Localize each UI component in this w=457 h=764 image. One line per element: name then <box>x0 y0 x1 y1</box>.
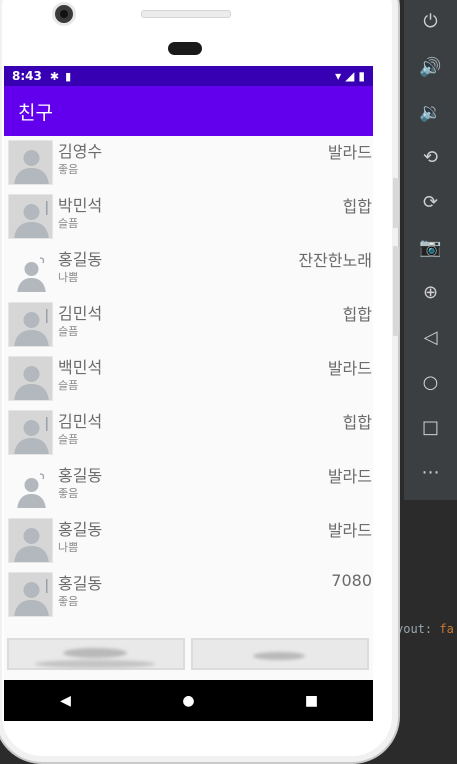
earpiece <box>168 42 202 55</box>
friend-genre: 발라드 <box>327 467 372 486</box>
person-placeholder-icon <box>8 356 53 401</box>
list-item[interactable]: 박민석 슬픔 힙합 <box>4 190 373 244</box>
blurred-button-content <box>35 648 155 668</box>
speaker-grille <box>141 10 231 18</box>
rotate-left-icon[interactable]: ⟲ <box>404 142 457 172</box>
list-item[interactable]: 김영수 좋음 발라드 <box>4 136 373 190</box>
gear-icon: ✱ <box>49 69 60 83</box>
volume-down-icon[interactable]: 🔉 <box>404 97 457 127</box>
friend-genre: 힙합 <box>342 305 372 324</box>
list-item[interactable]: 홍길동 나쁨 발라드 <box>4 514 373 568</box>
emulator-toolbar: ⏻ 🔊 🔉 ⟲ ⟳ 📷 ⊕ ◁ ○ □ ⋯ <box>404 0 457 500</box>
phone-screen: 8:43 ✱ ▮ ▾ ◢ ▮ 친구 김영수 좋음 발라드 박민석 슬픔 힙합 홍… <box>4 66 373 721</box>
list-item[interactable]: 김민석 슬픔 힙합 <box>4 298 373 352</box>
signal-icon: ◢ <box>345 69 355 83</box>
friend-genre: 발라드 <box>327 359 372 378</box>
wifi-icon: ▾ <box>335 69 342 83</box>
battery-icon: ▮ <box>358 69 365 83</box>
app-bar: 친구 <box>4 86 373 136</box>
right-action-button[interactable] <box>191 638 369 670</box>
friend-genre: 힙합 <box>342 413 372 432</box>
ide-code-hint: yout: fa <box>396 622 454 636</box>
friend-mood: 슬픔 <box>58 433 79 446</box>
person-placeholder-icon <box>8 572 53 617</box>
bottom-button-bar <box>4 638 373 674</box>
friend-mood: 슬픔 <box>58 379 79 392</box>
friend-mood: 좋음 <box>58 163 79 176</box>
list-item[interactable]: 홍길동 좋음 발라드 <box>4 460 373 514</box>
camera-icon[interactable]: 📷 <box>404 232 457 262</box>
friend-genre: 7080 <box>331 571 372 590</box>
friend-name: 홍길동 <box>58 466 103 485</box>
friend-genre: 발라드 <box>327 521 372 540</box>
nav-home-icon[interactable]: ● <box>169 693 209 709</box>
volume-button <box>393 178 399 228</box>
status-bar: 8:43 ✱ ▮ ▾ ◢ ▮ <box>4 66 373 86</box>
blurred-button-content <box>253 652 305 660</box>
home-icon[interactable]: ○ <box>404 367 457 397</box>
friend-name: 박민석 <box>58 196 103 215</box>
overview-icon[interactable]: □ <box>404 412 457 442</box>
friend-mood: 나쁨 <box>58 541 79 554</box>
person-placeholder-icon <box>8 302 53 347</box>
more-icon[interactable]: ⋯ <box>404 457 457 487</box>
system-nav-bar: ◀ ● ■ <box>4 680 373 721</box>
person-placeholder-icon <box>8 464 53 509</box>
status-time: 8:43 <box>12 69 42 83</box>
friend-mood: 좋음 <box>58 487 79 500</box>
back-icon[interactable]: ◁ <box>404 322 457 352</box>
nav-recents-icon[interactable]: ■ <box>292 693 332 709</box>
list-item[interactable]: 홍길동 좋음 7080 <box>4 568 373 622</box>
friend-name: 홍길동 <box>58 520 103 539</box>
friend-name: 김민석 <box>58 304 103 323</box>
friend-name: 백민석 <box>58 358 103 377</box>
friend-name: 김민석 <box>58 412 103 431</box>
person-placeholder-icon <box>8 410 53 455</box>
friend-name: 홍길동 <box>58 250 103 269</box>
friend-genre: 잔잔한노래 <box>298 251 372 270</box>
ide-hint-value: fa <box>439 622 454 636</box>
power-icon[interactable]: ⏻ <box>404 6 457 36</box>
list-item[interactable]: 홍길동 나쁨 잔잔한노래 <box>4 244 373 298</box>
list-item[interactable]: 김민석 슬픔 힙합 <box>4 406 373 460</box>
friend-genre: 발라드 <box>327 143 372 162</box>
person-placeholder-icon <box>8 194 53 239</box>
person-placeholder-icon <box>8 248 53 293</box>
person-placeholder-icon <box>8 140 53 185</box>
volume-up-icon[interactable]: 🔊 <box>404 52 457 82</box>
friend-mood: 슬픔 <box>58 217 79 230</box>
power-button <box>393 246 399 336</box>
friend-mood: 슬픔 <box>58 325 79 338</box>
friend-mood: 나쁨 <box>58 271 79 284</box>
list-item[interactable]: 백민석 슬픔 발라드 <box>4 352 373 406</box>
friend-mood: 좋음 <box>58 595 79 608</box>
left-action-button[interactable] <box>7 638 185 670</box>
app-title: 친구 <box>18 101 53 124</box>
front-camera <box>52 2 76 26</box>
person-placeholder-icon <box>8 518 53 563</box>
friend-name: 김영수 <box>58 142 103 161</box>
zoom-icon[interactable]: ⊕ <box>404 277 457 307</box>
ide-hint-key: yout: <box>396 622 433 636</box>
friend-genre: 힙합 <box>342 197 372 216</box>
nav-back-icon[interactable]: ◀ <box>46 693 86 709</box>
sd-card-icon: ▮ <box>65 69 72 83</box>
friend-name: 홍길동 <box>58 574 103 593</box>
rotate-right-icon[interactable]: ⟳ <box>404 187 457 217</box>
friend-list[interactable]: 김영수 좋음 발라드 박민석 슬픔 힙합 홍길동 나쁨 잔잔한노래 김민석 슬픔 <box>4 136 373 622</box>
